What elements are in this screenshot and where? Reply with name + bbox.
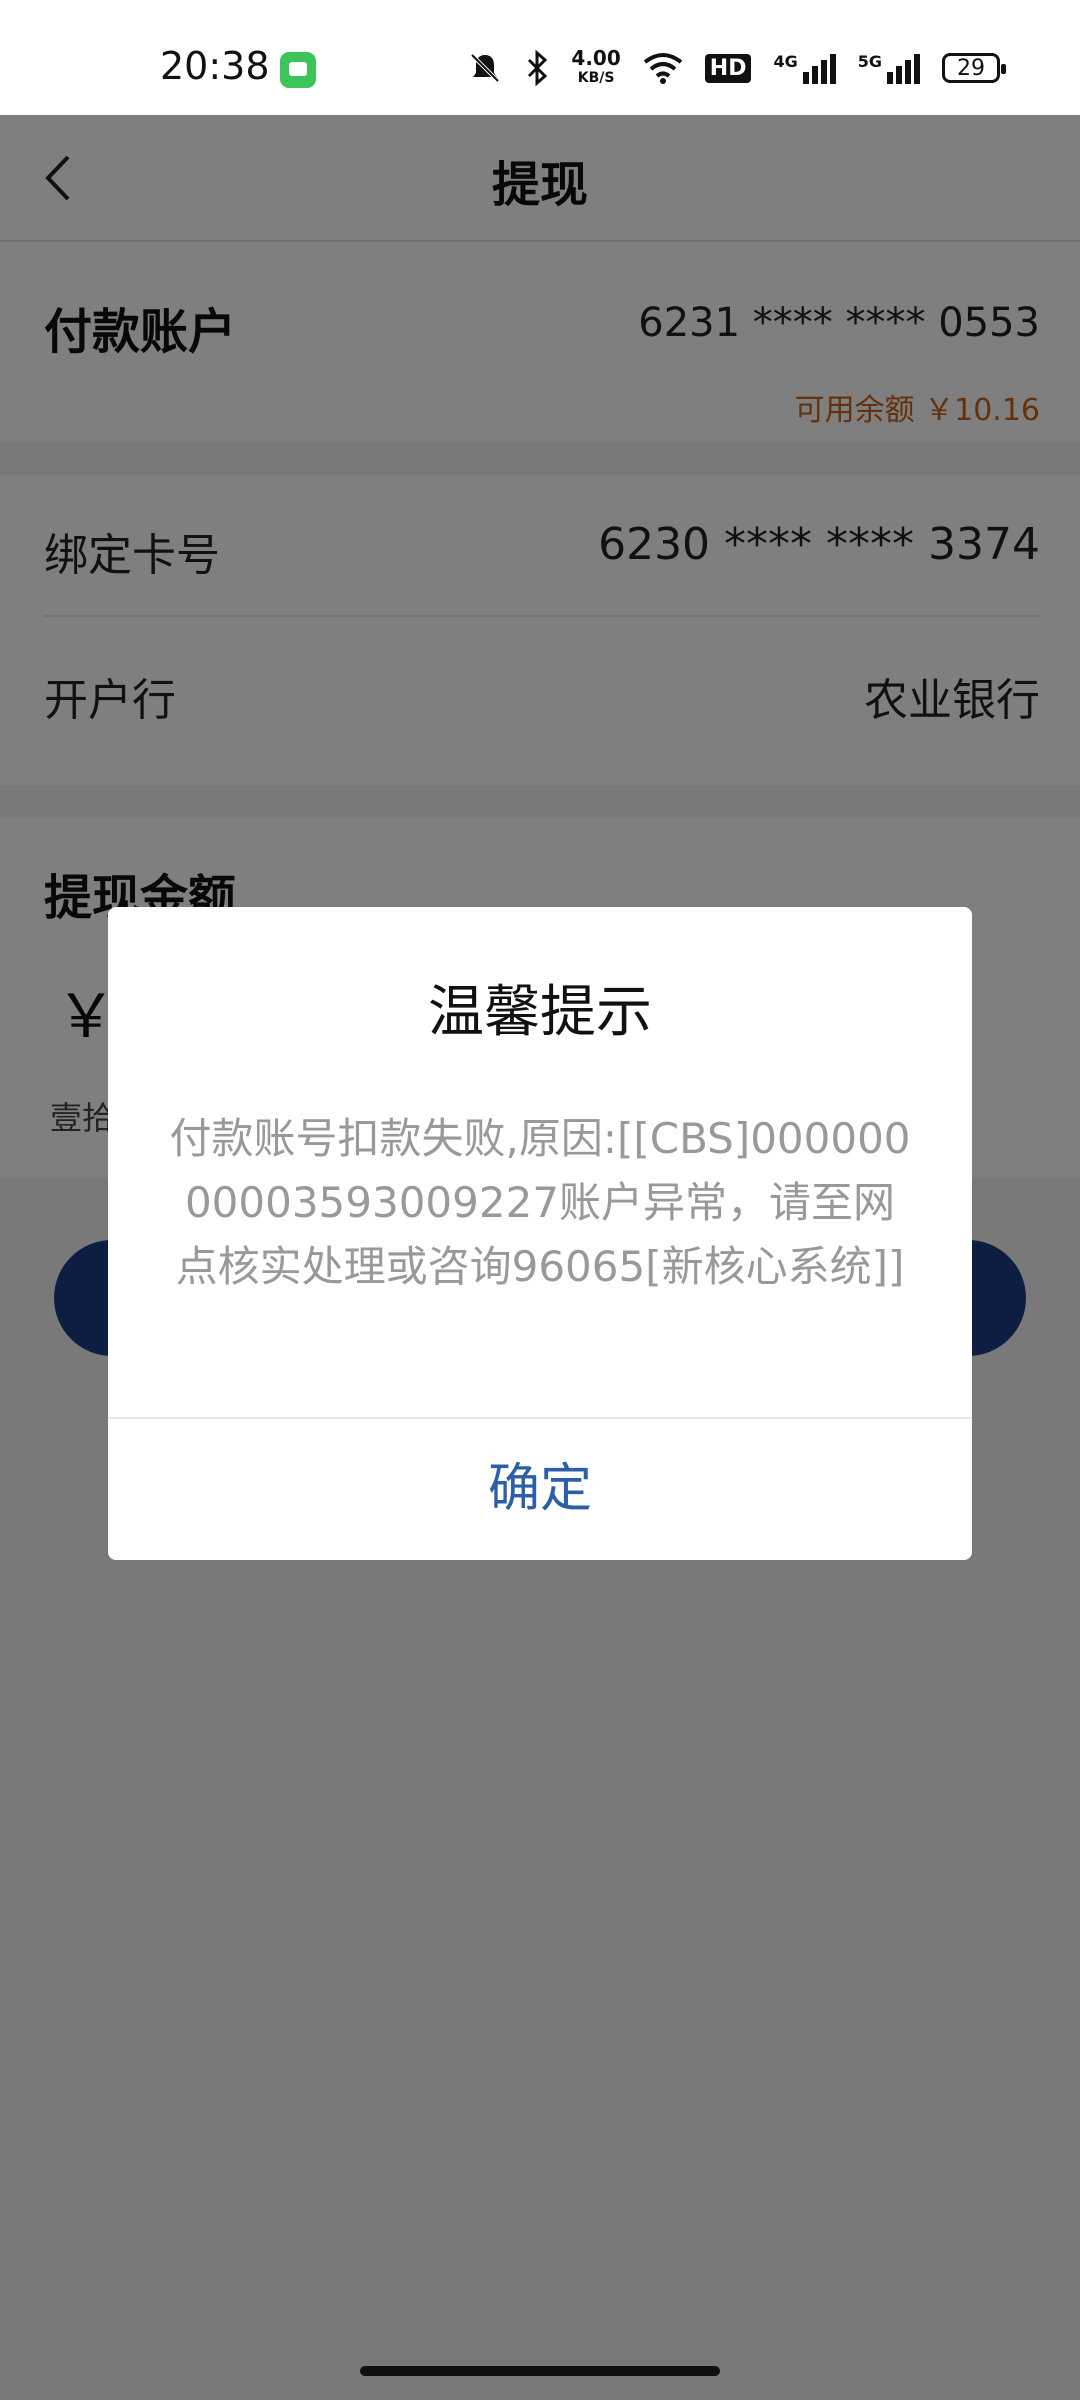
mute-icon [471, 53, 500, 83]
home-indicator[interactable] [360, 2366, 720, 2376]
dialog-ok-button[interactable]: 确定 [108, 1419, 972, 1560]
wifi-icon [643, 53, 683, 84]
hd-badge: HD [704, 53, 752, 83]
bluetooth-icon [528, 50, 548, 86]
battery-level: 29 [957, 55, 985, 81]
message-app-icon [280, 52, 316, 88]
dialog-title: 温馨提示 [428, 980, 652, 1045]
signal-1-label: 4G [773, 52, 798, 71]
status-bar: 20:38 4.00 KB/S HD 4G 5G 29 [0, 0, 1080, 115]
net-speed-value: 4.00 [571, 46, 621, 70]
net-speed: 4.00 KB/S [571, 48, 620, 88]
alert-dialog: 温馨提示 付款账号扣款失败,原因:[[CBS]00000000003593009… [108, 907, 972, 1560]
signal-icon: 5G [858, 52, 920, 84]
signal-icon: 4G [773, 52, 836, 84]
battery-icon: 29 [942, 53, 1006, 83]
status-icons: 4.00 KB/S HD 4G 5G 29 [467, 48, 1006, 88]
net-speed-unit: KB/S [577, 70, 615, 86]
dialog-message: 付款账号扣款失败,原因:[[CBS]00000000003593009227账户… [169, 1114, 911, 1291]
signal-2-label: 5G [857, 52, 882, 71]
status-time: 20:38 [160, 44, 270, 88]
